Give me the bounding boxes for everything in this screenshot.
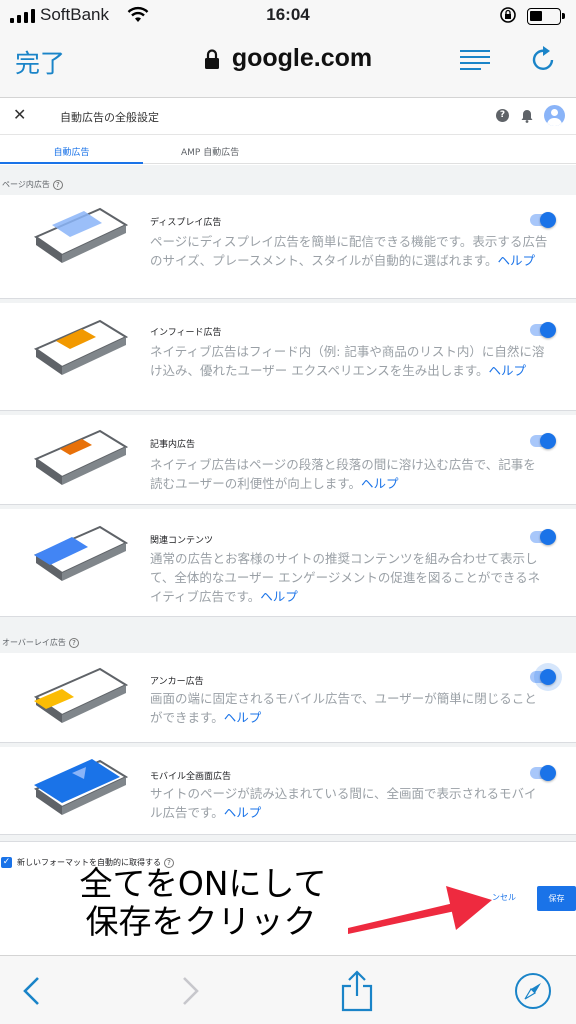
format-title: モバイル全画面広告 xyxy=(150,772,232,782)
forward-icon[interactable] xyxy=(180,976,200,1006)
page-url[interactable]: google.com xyxy=(232,44,372,73)
save-button[interactable]: 保存 xyxy=(537,886,576,911)
display-ad-illustration xyxy=(33,207,129,263)
reader-view-icon[interactable] xyxy=(459,49,491,71)
share-icon[interactable] xyxy=(340,970,374,1012)
battery-icon xyxy=(527,8,565,25)
settings-footer: ✓ 新しいフォーマットを自動的に取得する? 全てをONにして 保存をクリック ン… xyxy=(0,841,576,955)
format-card-in-article: 記事内広告 ネイティブ広告はページの段落と段落の間に溶け込む広告で、記事を読むユ… xyxy=(0,415,576,505)
format-description: サイトのページが読み込まれている間に、全画面で表示されるモバイル広告です。ヘルプ xyxy=(150,786,537,820)
rotation-lock-icon xyxy=(500,7,516,23)
tab-auto-ads[interactable]: 自動広告 xyxy=(0,145,143,158)
vignette-ad-illustration xyxy=(33,759,129,815)
settings-content: ～ ～ ～ ～ ～ ～ ページ内広告? ディスプレイ広告 ページにディスプレイ広… xyxy=(0,165,576,955)
user-avatar[interactable] xyxy=(544,105,565,126)
format-card-infeed: インフィード広告 ネイティブ広告はフィード内（例: 記事や商品のリスト内）に自然… xyxy=(0,303,576,411)
status-bar: SoftBank 16:04 xyxy=(0,0,576,32)
help-link[interactable]: ヘルプ xyxy=(224,805,262,820)
cancel-button[interactable]: ンセル xyxy=(492,892,516,903)
annotation-arrow-icon xyxy=(348,886,492,934)
status-time: 16:04 xyxy=(266,5,310,24)
infeed-ads-toggle[interactable] xyxy=(530,322,556,338)
back-icon[interactable] xyxy=(22,976,42,1006)
display-ads-toggle[interactable] xyxy=(530,212,556,228)
format-card-vignette: モバイル全画面広告 サイトのページが読み込まれている間に、全画面で表示されるモバ… xyxy=(0,747,576,835)
clipped-text-fragment: ～ ～ ～ ～ ～ ～ xyxy=(2,165,71,170)
help-link[interactable]: ヘルプ xyxy=(260,589,298,604)
close-icon[interactable]: ✕ xyxy=(13,105,26,124)
tab-amp-auto-ads[interactable]: AMP 自動広告 xyxy=(181,145,239,158)
format-title: インフィード広告 xyxy=(150,328,222,338)
format-description: ページにディスプレイ広告を簡単に配信できる機能です。表示する広告のサイズ、プレー… xyxy=(150,234,548,268)
format-title: ディスプレイ広告 xyxy=(150,218,222,228)
safari-toolbar xyxy=(0,955,576,1024)
format-card-related-content: 関連コンテンツ 通常の広告とお客様のサイトの推奨コンテンツを組み合わせて表示して… xyxy=(0,509,576,617)
format-description: ネイティブ広告はページの段落と段落の間に溶け込む広告で、記事を読むユーザーの利便… xyxy=(150,457,536,491)
tab-bar: 自動広告 AMP 自動広告 xyxy=(0,136,576,164)
format-card-display: ディスプレイ広告 ページにディスプレイ広告を簡単に配信できる機能です。表示する広… xyxy=(0,195,576,299)
format-description: ネイティブ広告はフィード内（例: 記事や商品のリスト内）に自然に溶け込み、優れた… xyxy=(150,344,545,378)
format-title: アンカー広告 xyxy=(150,677,204,687)
safari-address-bar: 完了 google.com xyxy=(0,32,576,98)
format-title: 記事内広告 xyxy=(150,440,196,450)
active-tab-indicator xyxy=(0,162,143,164)
vignette-ads-toggle[interactable] xyxy=(530,765,556,781)
format-description: 通常の広告とお客様のサイトの推奨コンテンツを組み合わせて表示して、全体的なユーザ… xyxy=(150,551,541,604)
format-card-anchor: アンカー広告 画面の端に固定されるモバイル広告で、ユーザーが簡単に閉じることがで… xyxy=(0,653,576,743)
format-title: 関連コンテンツ xyxy=(150,536,214,546)
in-article-ad-illustration xyxy=(33,429,129,485)
help-icon[interactable]: ? xyxy=(68,637,79,648)
anchor-ad-illustration xyxy=(33,667,129,723)
help-link[interactable]: ヘルプ xyxy=(361,476,399,491)
section-label-overlay: オーバーレイ広告? xyxy=(2,637,79,648)
app-header: ✕ 自動広告の全般設定 ? xyxy=(0,99,576,135)
page-title: 自動広告の全般設定 xyxy=(60,111,159,124)
help-link[interactable]: ヘルプ xyxy=(498,253,536,268)
help-link[interactable]: ヘルプ xyxy=(224,710,262,725)
related-content-toggle[interactable] xyxy=(530,529,556,545)
infeed-ad-illustration xyxy=(33,319,129,375)
compass-icon[interactable] xyxy=(514,972,552,1010)
format-description: 画面の端に固定されるモバイル広告で、ユーザーが簡単に閉じることができます。ヘルプ xyxy=(150,691,537,725)
notification-bell-icon[interactable] xyxy=(521,109,533,123)
padlock-icon xyxy=(204,48,219,69)
section-label-in-page: ページ内広告? xyxy=(2,179,63,190)
related-content-illustration xyxy=(33,525,129,581)
anchor-ads-toggle[interactable] xyxy=(530,669,556,685)
in-article-ads-toggle[interactable] xyxy=(530,433,556,449)
help-link[interactable]: ヘルプ xyxy=(488,363,526,378)
help-icon[interactable]: ? xyxy=(52,179,63,190)
reload-icon[interactable] xyxy=(531,46,557,74)
help-icon[interactable]: ? xyxy=(496,109,509,122)
